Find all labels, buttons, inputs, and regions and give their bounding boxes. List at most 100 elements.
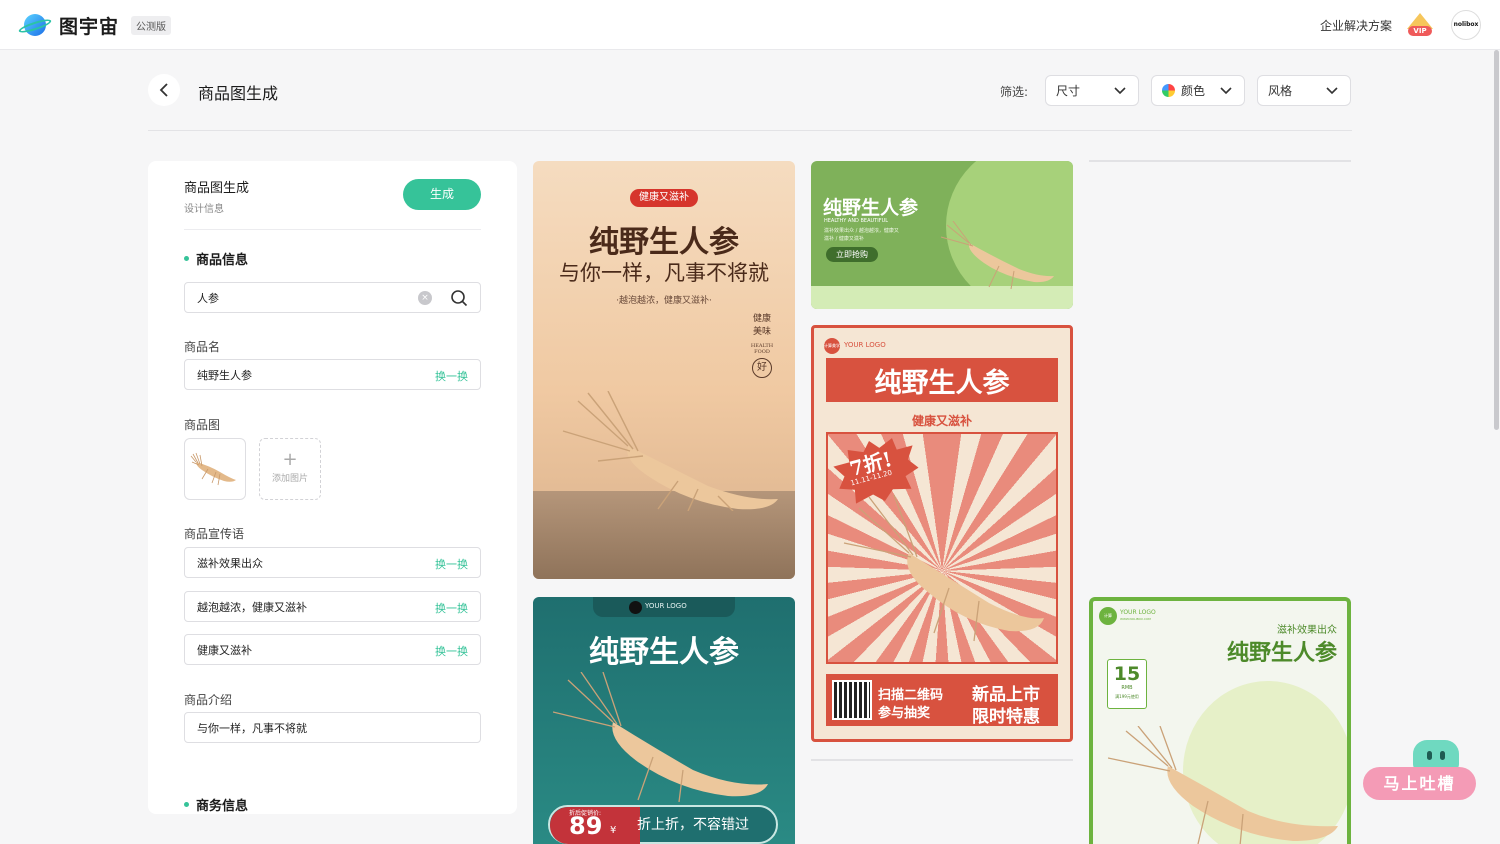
ginseng-image xyxy=(190,452,236,486)
logo[interactable]: 图宇宙 公测版 xyxy=(17,11,172,39)
style-filter-label: 风格 xyxy=(1268,84,1293,98)
slogan-input-1[interactable]: 滋补效果出众 换一换 xyxy=(184,547,481,578)
ginseng-image xyxy=(562,391,778,511)
section-dot-icon xyxy=(184,802,189,807)
buy-now-button: 立即抢购 xyxy=(826,247,878,262)
loading-placeholder-line xyxy=(1089,160,1351,162)
style-filter-select[interactable]: 风格 xyxy=(1257,75,1351,106)
product-image-thumbnail[interactable] xyxy=(184,438,246,500)
back-button[interactable] xyxy=(148,74,180,106)
ginseng-image xyxy=(843,494,1044,642)
coupon-condition: 满199元使用 xyxy=(1115,694,1139,699)
page-scrollbar[interactable] xyxy=(1494,50,1499,430)
design-card-4[interactable]: YOUR LOGO 纯野生人参 折后促销价: 89 ¥ 折上折，不容错过 xyxy=(533,597,795,844)
ginseng-image xyxy=(553,672,768,802)
logo-circle-icon xyxy=(629,601,642,614)
qr-code-icon xyxy=(832,680,872,720)
color-filter-select[interactable]: 颜色 xyxy=(1151,75,1245,106)
enterprise-solutions-link[interactable]: 企业解决方案 xyxy=(1320,17,1392,34)
ginseng-image xyxy=(940,221,1054,290)
logo-badge: 计算美学 xyxy=(824,338,840,354)
chevron-down-icon xyxy=(1326,87,1338,95)
card-logo: YOUR LOGO xyxy=(1120,609,1156,616)
card-title: 纯野生人参 xyxy=(589,635,739,670)
slogan-value: 越泡越浓，健康又滋补 xyxy=(197,600,307,614)
feedback-widget[interactable]: 马上吐槽 xyxy=(1363,740,1476,802)
card-desc: 滋补 / 健康又滋补 xyxy=(824,236,864,242)
coupon: 15 RMB 满199元使用 xyxy=(1107,659,1147,709)
design-card-2[interactable]: 纯野生人参 HEALTHY AND BEAUTIFUL 滋补效果出众 / 越泡越… xyxy=(811,161,1073,309)
search-icon[interactable] xyxy=(450,289,468,307)
section-title-text: 商品信息 xyxy=(196,253,249,268)
design-panel: 商品图生成 设计信息 生成 商品信息 人参 × 商品名 纯野生人参 换一换 商品… xyxy=(148,161,517,814)
card-logo: YOUR LOGO xyxy=(645,602,687,610)
slogan-value: 健康又滋补 xyxy=(197,643,252,657)
business-info-section-title: 商务信息 xyxy=(184,795,248,814)
logo-circle-icon: 计算 xyxy=(1099,607,1117,625)
vip-crown-icon[interactable]: VIP xyxy=(1405,13,1435,37)
card-logo-sub: WWW.NOLIBOX.COM xyxy=(1120,617,1151,621)
design-card-3[interactable]: 计算美学 YOUR LOGO 纯野生人参 健康又滋补 7折! 11.11-11.… xyxy=(811,325,1073,742)
section-title-text: 商务信息 xyxy=(196,799,249,814)
ginseng-image xyxy=(1108,726,1338,844)
product-search-input[interactable]: 人参 × xyxy=(184,282,481,313)
size-filter-select[interactable]: 尺寸 xyxy=(1045,75,1139,106)
top-bar: 图宇宙 公测版 企业解决方案 VIP nolibox xyxy=(0,0,1500,50)
chevron-down-icon xyxy=(1220,87,1232,95)
panel-divider xyxy=(184,229,481,230)
slogan-value: 滋补效果出众 xyxy=(197,556,263,570)
page-title: 商品图生成 xyxy=(198,84,279,103)
card-title: 纯野生人参 xyxy=(589,225,739,260)
vip-label: VIP xyxy=(1408,26,1432,36)
coupon-unit: RMB xyxy=(1121,685,1133,691)
avatar[interactable]: nolibox xyxy=(1451,10,1481,40)
header-divider xyxy=(148,130,1352,131)
card-subtitle: 健康又滋补 xyxy=(911,414,972,428)
swap-slogan-button[interactable]: 换一换 xyxy=(435,600,468,616)
design-card-5[interactable]: 计算 YOUR LOGO WWW.NOLIBOX.COM 滋补效果出众 纯野生人… xyxy=(1089,597,1351,844)
card-desc: 滋补效果出众 / 越泡越浓，健康又 xyxy=(824,228,899,234)
product-name-label: 商品名 xyxy=(184,340,221,354)
slogan-input-2[interactable]: 越泡越浓，健康又滋补 换一换 xyxy=(184,591,481,622)
product-info-section-title: 商品信息 xyxy=(184,249,248,268)
card-en: HEALTHY AND BEAUTIFUL xyxy=(824,218,889,224)
loading-placeholder-line xyxy=(811,759,1073,761)
filter-label: 筛选: xyxy=(1000,85,1029,99)
swap-slogan-button[interactable]: 换一换 xyxy=(435,556,468,572)
swap-name-button[interactable]: 换一换 xyxy=(435,368,468,384)
intro-input[interactable]: 与你一样，凡事不将就 xyxy=(184,712,481,743)
add-image-button[interactable]: + 添加图片 xyxy=(259,438,321,500)
design-card-1[interactable]: 健康又滋补 纯野生人参 与你一样，凡事不将就 ·越泡越浓，健康又滋补· 健康 美… xyxy=(533,161,795,579)
qr-text: 参与抽奖 xyxy=(878,706,931,721)
card-side-en: FOOD xyxy=(754,349,770,355)
size-filter-label: 尺寸 xyxy=(1056,84,1081,98)
panel-subtitle: 设计信息 xyxy=(184,204,224,215)
intro-value: 与你一样，凡事不将就 xyxy=(197,721,307,735)
card-title: 纯野生人参 xyxy=(823,197,919,219)
generate-button[interactable]: 生成 xyxy=(403,179,481,210)
clear-icon[interactable]: × xyxy=(418,291,432,305)
swap-slogan-button[interactable]: 换一换 xyxy=(435,643,468,659)
panel-title: 商品图生成 xyxy=(184,181,250,196)
product-image-label: 商品图 xyxy=(184,418,221,432)
card-tagline: ·越泡越浓，健康又滋补· xyxy=(616,296,712,306)
search-input-value: 人参 xyxy=(197,291,219,305)
card-badge: 健康又滋补 xyxy=(630,189,698,207)
feedback-button[interactable]: 马上吐槽 xyxy=(1363,767,1476,800)
color-wheel-icon xyxy=(1162,84,1175,97)
card-side-text: 健康 xyxy=(752,314,771,324)
card-title: 纯野生人参 xyxy=(1226,640,1337,666)
price-value: 89 xyxy=(569,812,603,840)
card-logo: YOUR LOGO xyxy=(844,341,886,349)
color-filter-label: 颜色 xyxy=(1181,84,1206,98)
card-title: 纯野生人参 xyxy=(874,368,1010,399)
product-name-input[interactable]: 纯野生人参 换一换 xyxy=(184,359,481,390)
price-currency: ¥ xyxy=(610,825,617,836)
planet-logo-icon xyxy=(17,11,53,39)
section-dot-icon xyxy=(184,256,189,261)
card-slogan: 折上折，不容错过 xyxy=(637,817,749,833)
add-image-label: 添加图片 xyxy=(271,474,308,484)
chevron-down-icon xyxy=(1114,87,1126,95)
slogan-input-3[interactable]: 健康又滋补 换一换 xyxy=(184,634,481,665)
qr-text: 扫描二维码 xyxy=(878,688,944,703)
